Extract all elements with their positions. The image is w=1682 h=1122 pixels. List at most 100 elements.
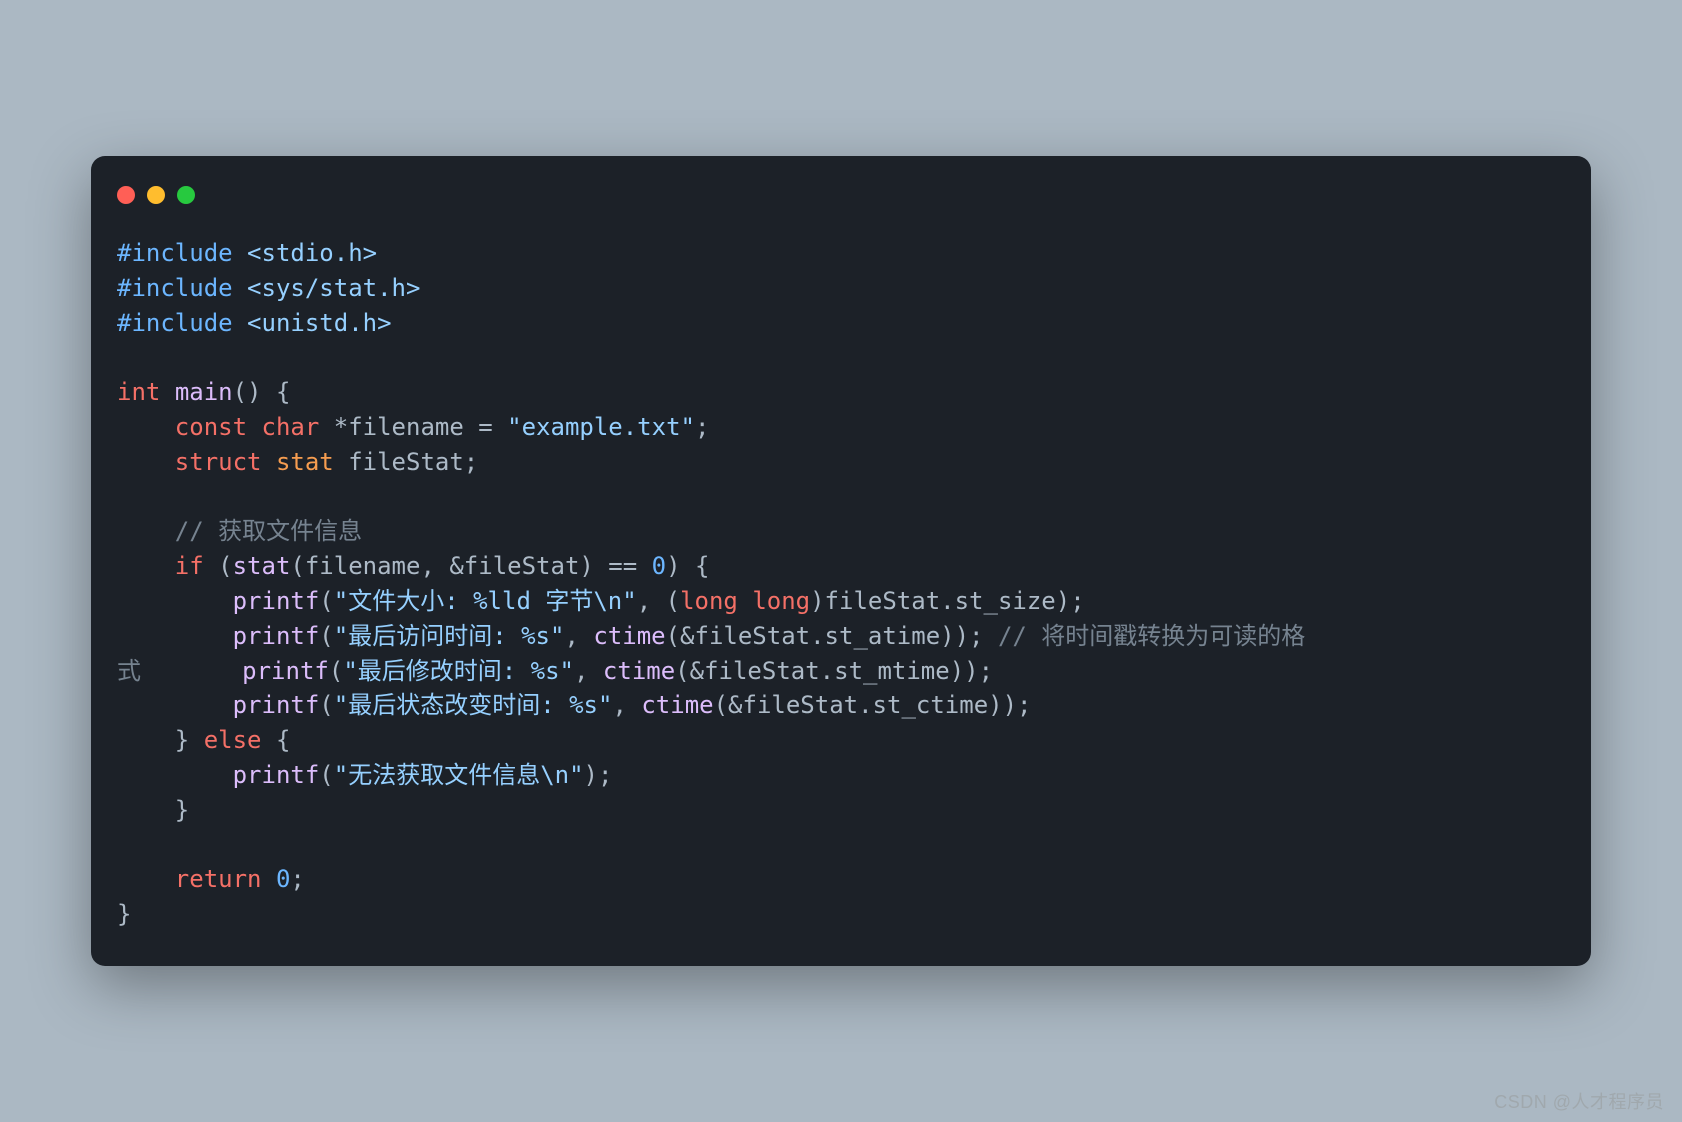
- code-token: printf: [233, 622, 320, 650]
- code-token: {: [262, 726, 291, 754]
- code-token: struct: [175, 448, 262, 476]
- code-token: "最后访问时间: %s": [334, 622, 565, 650]
- code-line: } else {: [117, 723, 1565, 758]
- code-token: [233, 309, 247, 337]
- window-titlebar: [91, 156, 1591, 212]
- code-token: (: [319, 587, 333, 615]
- code-token: #include: [117, 239, 233, 267]
- code-line: struct stat fileStat;: [117, 445, 1565, 480]
- code-token: [233, 239, 247, 267]
- code-token: [262, 865, 276, 893]
- code-token: );: [584, 761, 613, 789]
- code-line: int main() {: [117, 375, 1565, 410]
- code-token: #include: [117, 309, 233, 337]
- code-token: "最后修改时间: %s": [343, 657, 574, 685]
- code-line: const char *filename = "example.txt";: [117, 410, 1565, 445]
- code-token: if: [175, 552, 204, 580]
- code-token: (: [319, 691, 333, 719]
- code-token: stat: [276, 448, 334, 476]
- code-token: [117, 622, 233, 650]
- code-token: 0: [276, 865, 290, 893]
- code-token: "最后状态改变时间: %s": [334, 691, 613, 719]
- code-token: (&fileStat.st_atime));: [666, 622, 998, 650]
- code-token: (: [204, 552, 233, 580]
- code-token: , (: [637, 587, 680, 615]
- code-token: [738, 587, 752, 615]
- code-token: #include: [117, 274, 233, 302]
- zoom-icon[interactable]: [177, 186, 195, 204]
- code-token: [262, 448, 276, 476]
- code-token: else: [204, 726, 262, 754]
- code-token: "example.txt": [507, 413, 695, 441]
- code-token: )fileStat.st_size);: [810, 587, 1085, 615]
- code-line: printf("最后访问时间: %s", ctime(&fileStat.st_…: [117, 619, 1565, 654]
- code-token: ,: [612, 691, 641, 719]
- code-token: [233, 274, 247, 302]
- code-token: printf: [233, 587, 320, 615]
- code-token: (&fileStat.st_ctime));: [714, 691, 1032, 719]
- code-line: return 0;: [117, 862, 1565, 897]
- code-token: (&fileStat.st_mtime));: [675, 657, 993, 685]
- code-token: (: [319, 761, 333, 789]
- code-token: 0: [652, 552, 666, 580]
- code-token: ctime: [641, 691, 713, 719]
- code-token: }: [117, 900, 131, 928]
- code-token: [117, 517, 175, 545]
- code-token: *filename =: [319, 413, 507, 441]
- code-line: [117, 828, 1565, 863]
- code-token: printf: [233, 691, 320, 719]
- code-token: ctime: [603, 657, 675, 685]
- code-token: printf: [233, 761, 320, 789]
- code-window: #include <stdio.h>#include <sys/stat.h>#…: [91, 156, 1591, 966]
- code-token: <stdio.h>: [247, 239, 377, 267]
- minimize-icon[interactable]: [147, 186, 165, 204]
- code-token: [117, 865, 175, 893]
- code-token: const: [175, 413, 247, 441]
- code-token: main: [175, 378, 233, 406]
- code-line: printf("无法获取文件信息\n");: [117, 758, 1565, 793]
- code-block: #include <stdio.h>#include <sys/stat.h>#…: [91, 212, 1591, 932]
- code-token: stat: [233, 552, 291, 580]
- code-token: () {: [233, 378, 291, 406]
- code-line: [117, 480, 1565, 515]
- code-token: "无法获取文件信息\n": [334, 761, 584, 789]
- code-token: (: [319, 622, 333, 650]
- code-token: ,: [574, 657, 603, 685]
- code-token: long: [680, 587, 738, 615]
- code-line: #include <unistd.h>: [117, 306, 1565, 341]
- code-token: long: [752, 587, 810, 615]
- code-token: [117, 691, 233, 719]
- code-token: ;: [695, 413, 709, 441]
- code-token: (filename, &fileStat) ==: [290, 552, 651, 580]
- code-token: [117, 761, 233, 789]
- close-icon[interactable]: [117, 186, 135, 204]
- code-line: }: [117, 793, 1565, 828]
- code-token: <sys/stat.h>: [247, 274, 420, 302]
- code-line: printf("最后状态改变时间: %s", ctime(&fileStat.s…: [117, 688, 1565, 723]
- code-token: ,: [564, 622, 593, 650]
- code-token: [141, 657, 242, 685]
- code-token: ) {: [666, 552, 709, 580]
- code-token: // 获取文件信息: [175, 517, 362, 545]
- code-token: // 将时间戳转换为可读的格: [998, 622, 1305, 650]
- code-line: 式 printf("最后修改时间: %s", ctime(&fileStat.s…: [117, 654, 1565, 689]
- code-line: #include <stdio.h>: [117, 236, 1565, 271]
- code-token: [160, 378, 174, 406]
- code-token: char: [262, 413, 320, 441]
- code-token: [117, 552, 175, 580]
- code-token: [117, 448, 175, 476]
- code-line: printf("文件大小: %lld 字节\n", (long long)fil…: [117, 584, 1565, 619]
- code-token: }: [117, 796, 189, 824]
- watermark-text: CSDN @人才程序员: [1494, 1088, 1664, 1114]
- code-line: #include <sys/stat.h>: [117, 271, 1565, 306]
- code-token: int: [117, 378, 160, 406]
- code-token: fileStat;: [334, 448, 479, 476]
- code-token: printf: [242, 657, 329, 685]
- code-token: ;: [290, 865, 304, 893]
- code-token: return: [175, 865, 262, 893]
- code-line: }: [117, 897, 1565, 932]
- code-line: [117, 340, 1565, 375]
- code-token: 式: [117, 657, 141, 685]
- code-token: }: [117, 726, 204, 754]
- code-token: ctime: [593, 622, 665, 650]
